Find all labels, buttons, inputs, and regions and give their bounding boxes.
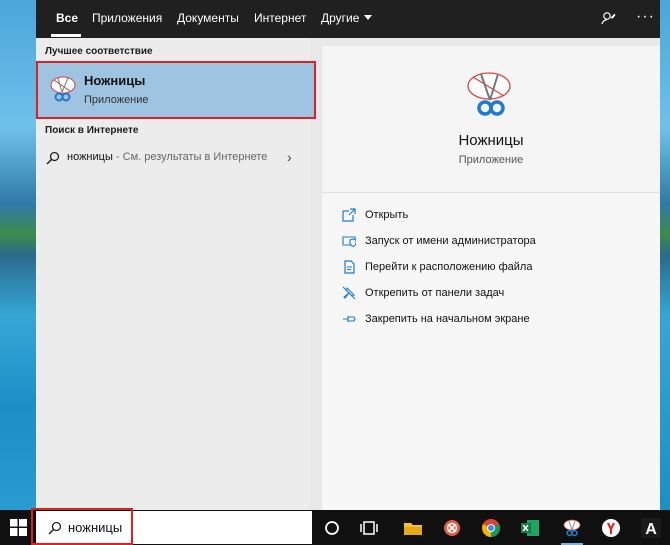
best-match-name: Ножницы — [84, 73, 146, 88]
unpin-icon — [342, 286, 356, 300]
windows-start-icon[interactable] — [10, 519, 27, 536]
yandex-browser-icon — [602, 519, 620, 537]
excel-icon — [521, 520, 539, 536]
action-run-as-admin-label: Запуск от имени администратора — [365, 235, 536, 247]
tab-all[interactable]: Все — [56, 0, 78, 38]
action-open-label: Открыть — [365, 209, 409, 221]
desktop-wallpaper-right — [660, 0, 670, 510]
web-result-text: ножницы - См. результаты в Интернете — [67, 151, 267, 163]
action-open-file-location-label: Перейти к расположению файла — [365, 261, 533, 273]
web-result-query: ножницы — [67, 151, 113, 163]
open-icon — [342, 208, 356, 222]
search-input[interactable]: ножницы — [68, 520, 122, 535]
taskbar-app[interactable] — [437, 510, 467, 545]
font-app-icon: A — [641, 518, 661, 538]
action-open[interactable]: Открыть — [322, 203, 660, 229]
chrome-icon — [482, 519, 500, 537]
search-icon — [46, 151, 60, 165]
taskbar-search-box[interactable]: ножницы — [36, 511, 312, 544]
file-location-icon — [344, 260, 355, 274]
taskbar-chrome[interactable] — [476, 510, 506, 545]
task-view-button[interactable] — [354, 510, 384, 545]
taskbar-snipping-tool[interactable] — [557, 510, 587, 545]
preview-header: Ножницы Приложение — [322, 46, 660, 193]
cortana-icon — [325, 521, 339, 535]
snipping-tool-icon — [50, 76, 76, 102]
web-search-heading: Поиск в Интернете — [45, 125, 139, 136]
action-unpin-taskbar[interactable]: Открепить от панели задач — [322, 281, 660, 307]
web-search-result[interactable]: ножницы - См. результаты в Интернете › — [36, 144, 310, 172]
chevron-right-icon[interactable]: › — [287, 149, 292, 165]
desktop-wallpaper — [0, 0, 36, 510]
taskbar: ножницы A — [0, 510, 670, 545]
preview-app-name: Ножницы — [458, 132, 524, 149]
best-match-heading: Лучшее соответствие — [45, 46, 153, 57]
best-match-result[interactable]: Ножницы Приложение — [36, 61, 316, 119]
taskbar-excel[interactable] — [515, 510, 545, 545]
pin-icon — [343, 316, 356, 322]
tab-more[interactable]: Другие — [321, 0, 373, 38]
snipping-tool-large-icon — [467, 72, 511, 116]
preview-app-type: Приложение — [458, 154, 524, 166]
search-filter-tabs: Все Приложения Документы Интернет Другие… — [36, 0, 660, 38]
action-pin-start-label: Закрепить на начальном экране — [365, 313, 530, 325]
feedback-icon[interactable] — [600, 10, 616, 26]
action-unpin-taskbar-label: Открепить от панели задач — [365, 287, 505, 299]
admin-shield-icon — [342, 236, 356, 248]
app-icon — [444, 520, 460, 536]
start-search-panel: Все Приложения Документы Интернет Другие… — [36, 0, 660, 510]
web-result-hint: - См. результаты в Интернете — [112, 151, 268, 163]
file-explorer-icon — [404, 523, 422, 535]
font-app-glyph: A — [645, 521, 657, 538]
more-options-icon[interactable]: ··· — [636, 9, 655, 25]
tab-active-indicator — [51, 34, 81, 37]
preview-pane: Ножницы Приложение Открыть Запуск от име… — [322, 46, 660, 510]
best-match-type: Приложение — [84, 94, 149, 106]
cortana-button[interactable] — [317, 510, 347, 545]
action-open-file-location[interactable]: Перейти к расположению файла — [322, 255, 660, 281]
taskbar-explorer[interactable] — [398, 510, 428, 545]
search-icon — [48, 521, 62, 535]
caret-down-icon — [364, 15, 373, 20]
snipping-tool-icon — [563, 519, 581, 537]
action-pin-start[interactable]: Закрепить на начальном экране — [322, 307, 660, 333]
taskbar-yandex[interactable] — [596, 510, 626, 545]
action-run-as-admin[interactable]: Запуск от имени администратора — [322, 229, 660, 255]
task-view-icon — [360, 521, 378, 535]
tab-more-label: Другие — [321, 11, 360, 25]
tab-internet[interactable]: Интернет — [254, 0, 306, 38]
tab-apps[interactable]: Приложения — [92, 0, 162, 38]
taskbar-font-app[interactable]: A — [636, 510, 666, 545]
tab-documents[interactable]: Документы — [177, 0, 239, 38]
